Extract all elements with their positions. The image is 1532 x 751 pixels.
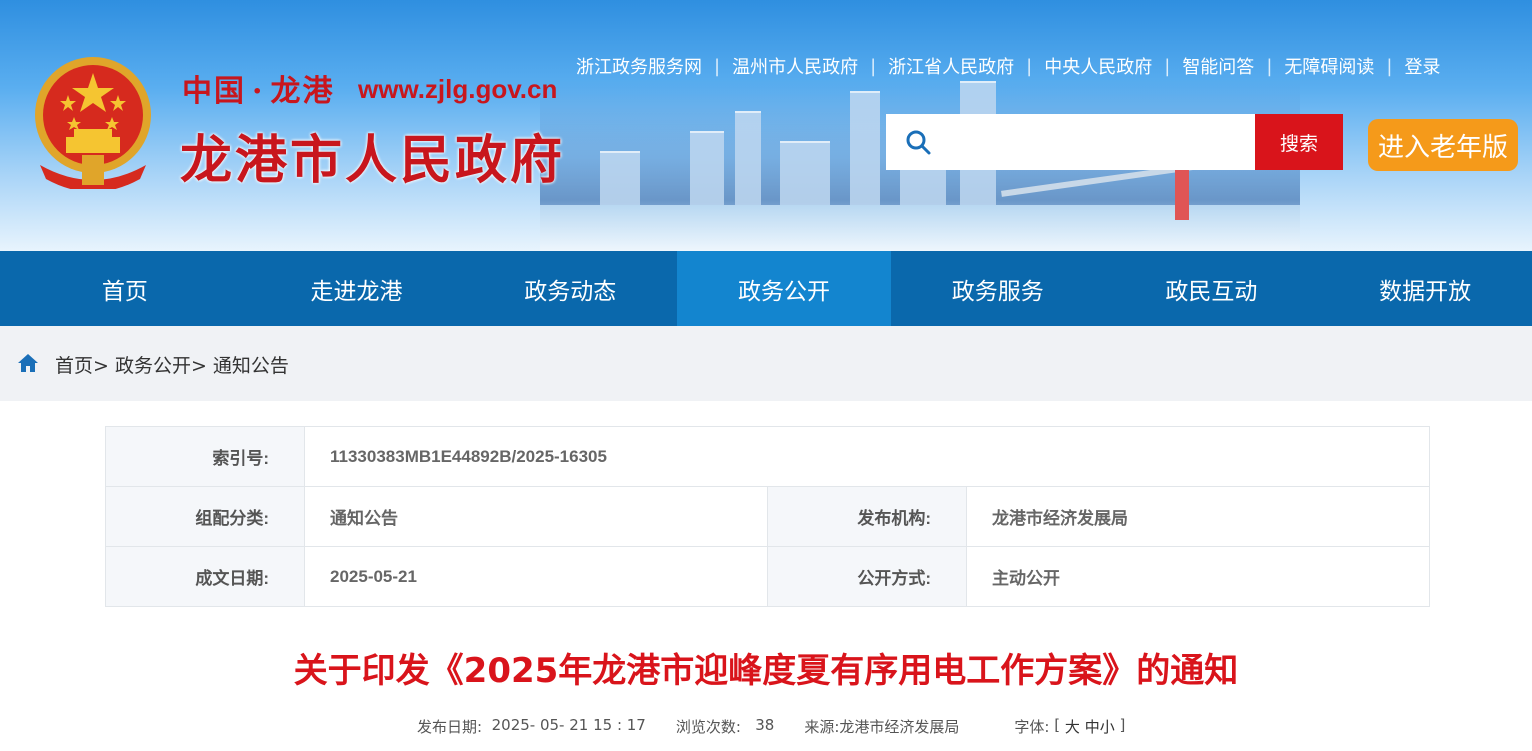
link-separator: |: [714, 55, 721, 77]
top-link-wenzhou-gov[interactable]: 温州市人民政府: [732, 53, 858, 79]
top-link-zhejiang-gov[interactable]: 浙江省人民政府: [888, 53, 1014, 79]
mode-label: 公开方式:: [767, 546, 967, 607]
search-icon: [906, 130, 931, 155]
national-emblem-icon: [35, 57, 151, 189]
font-size-label: 字体:: [1014, 718, 1050, 736]
source-label: 来源:: [804, 718, 840, 736]
search-box: [886, 114, 1256, 170]
skyline-building: [735, 111, 761, 211]
link-separator: |: [1386, 55, 1393, 77]
brand-url: www.zjlg.gov.cn: [358, 74, 558, 104]
link-separator: |: [1266, 55, 1273, 77]
publish-date-value: 2025- 05- 21 15 : 17: [491, 716, 646, 734]
font-size-medium[interactable]: 中: [1085, 716, 1100, 737]
skyline-building: [850, 91, 880, 211]
nav-item-open-data[interactable]: 数据开放: [1318, 251, 1532, 326]
home-icon[interactable]: [17, 352, 39, 374]
skyline-building: [690, 131, 724, 211]
nav-item-news[interactable]: 政务动态: [463, 251, 677, 326]
publish-date-label: 发布日期:: [417, 718, 483, 736]
nav-item-services[interactable]: 政务服务: [891, 251, 1105, 326]
skyline-building: [780, 141, 830, 211]
nav-item-about[interactable]: 走进龙港: [250, 251, 464, 326]
publisher-value: 龙港市经济发展局: [966, 486, 1430, 547]
top-link-login[interactable]: 登录: [1404, 53, 1440, 79]
index-value: 11330383MB1E44892B/2025-16305: [304, 426, 1430, 487]
skyline-building: [600, 151, 640, 211]
top-link-accessibility[interactable]: 无障碍阅读: [1284, 53, 1374, 79]
bridge-tower: [1175, 170, 1189, 220]
search-input[interactable]: [946, 124, 1246, 160]
publisher-label: 发布机构:: [767, 486, 967, 547]
site-title: 龙港市人民政府: [180, 130, 566, 191]
font-size-large[interactable]: 大: [1065, 716, 1080, 737]
search-button[interactable]: 搜索: [1255, 114, 1343, 170]
source-value: 龙港市经济发展局: [839, 718, 960, 736]
views-label: 浏览次数:: [675, 718, 741, 736]
link-separator: |: [870, 55, 877, 77]
date-label: 成文日期:: [105, 546, 305, 607]
mode-value: 主动公开: [966, 546, 1430, 607]
nav-item-home[interactable]: 首页: [0, 251, 250, 326]
font-size-small[interactable]: 小: [1100, 716, 1115, 737]
top-links-bar: 浙江政务服务网 | 温州市人民政府 | 浙江省人民政府 | 中央人民政府 | 智能问答 |…: [576, 53, 1440, 79]
document-info-table: 索引号: 11330383MB1E44892B/2025-16305 组配分类:…: [105, 426, 1430, 607]
category-value: 通知公告: [304, 486, 768, 547]
link-separator: |: [1164, 55, 1171, 77]
font-bracket-close: ]: [1119, 716, 1126, 734]
brand-tagline: 中国 · 龙港: [182, 74, 335, 109]
date-value: 2025-05-21: [304, 546, 768, 607]
article-title: 关于印发《2025年龙港市迎峰度夏有序用电工作方案》的通知: [293, 651, 1239, 691]
index-label: 索引号:: [105, 426, 305, 487]
nav-item-interaction[interactable]: 政民互动: [1105, 251, 1319, 326]
top-link-smart-qa[interactable]: 智能问答: [1182, 53, 1254, 79]
breadcrumb[interactable]: 首页> 政务公开> 通知公告: [55, 351, 289, 378]
elder-mode-button[interactable]: 进入老年版: [1368, 119, 1518, 171]
main-nav: 首页 走进龙港 政务动态 政务公开 政务服务 政民互动 数据开放: [0, 251, 1532, 326]
views-value: 38: [755, 716, 775, 734]
link-separator: |: [1026, 55, 1033, 77]
article-meta: 发布日期: 2025- 05- 21 15 : 17 浏览次数: 38 来源: …: [417, 716, 1125, 737]
top-link-central-gov[interactable]: 中央人民政府: [1044, 53, 1152, 79]
category-label: 组配分类:: [105, 486, 305, 547]
nav-item-gov-open[interactable]: 政务公开: [677, 251, 891, 326]
top-link-zhejiang-service[interactable]: 浙江政务服务网: [576, 53, 702, 79]
